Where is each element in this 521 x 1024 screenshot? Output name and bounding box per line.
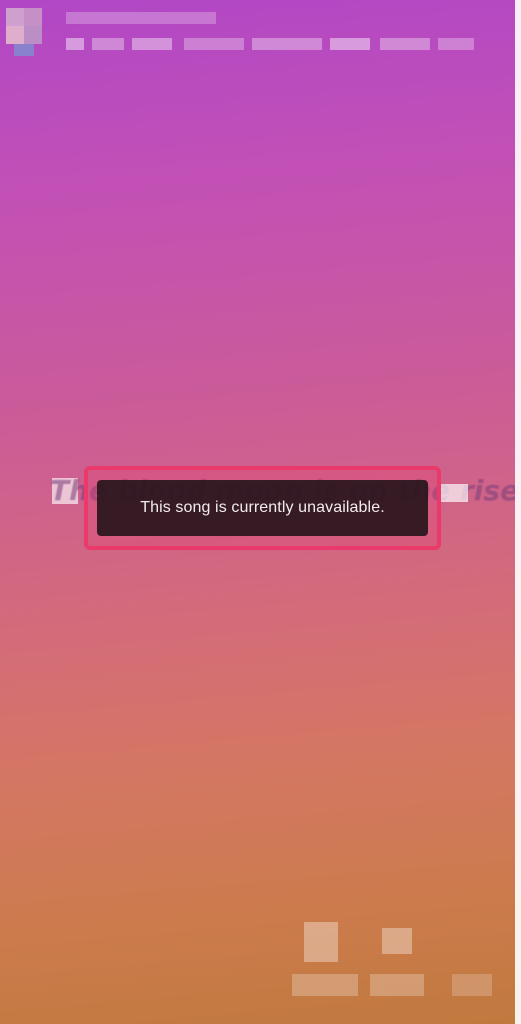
screen-edge — [515, 0, 521, 1024]
footer-pix-block — [370, 974, 424, 996]
footer-pix-block[interactable] — [304, 922, 338, 962]
toast-notification: This song is currently unavailable. — [97, 480, 428, 536]
story-screen: The blood moon is on the rise This song … — [0, 0, 521, 1024]
header-pix-block — [184, 38, 244, 50]
header-username-pixelated[interactable] — [66, 12, 216, 24]
footer-pix-block — [452, 974, 492, 996]
story-header — [0, 0, 515, 70]
toast-message: This song is currently unavailable. — [140, 499, 385, 516]
story-footer — [0, 914, 515, 1024]
lyric-pix-block — [440, 484, 468, 502]
footer-pix-block[interactable] — [382, 928, 412, 954]
header-pix-block — [438, 38, 474, 50]
header-info-pixelated — [66, 38, 84, 50]
header-pix-block — [132, 38, 172, 50]
header-pix-block — [330, 38, 370, 50]
header-pix-block — [380, 38, 430, 50]
footer-pix-block — [292, 974, 358, 996]
header-pix-block — [92, 38, 124, 50]
avatar[interactable] — [6, 8, 42, 56]
header-pix-block — [252, 38, 322, 50]
